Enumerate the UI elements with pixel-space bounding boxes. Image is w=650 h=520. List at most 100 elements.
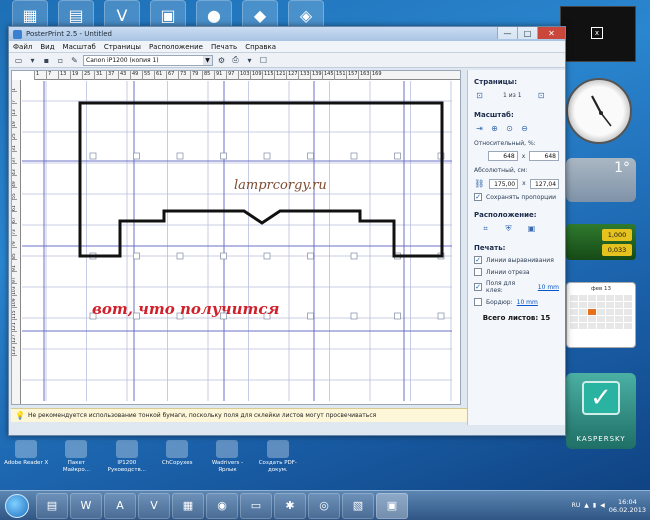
- taskbar-app-word[interactable]: W: [70, 492, 102, 519]
- folder-icon[interactable]: ☐: [258, 55, 269, 66]
- zoom-icon[interactable]: ⊙: [504, 123, 515, 134]
- border-value-link[interactable]: 10 mm: [517, 299, 538, 306]
- chevron-down-icon: ▼: [203, 55, 212, 65]
- menu-help[interactable]: Справка: [245, 43, 276, 51]
- lock-icon[interactable]: ⛓: [474, 178, 485, 189]
- glue-value-link[interactable]: 10 mm: [538, 284, 559, 291]
- dropdown-icon[interactable]: ▾: [27, 55, 38, 66]
- alignment-mark: [350, 312, 358, 320]
- desktop-shortcut[interactable]: Adobe Reader X: [4, 440, 48, 488]
- ruler-tick: 49: [130, 71, 142, 80]
- window-title: PosterPrint 2.5 - Untitled: [26, 30, 112, 38]
- keep-ratio-checkbox[interactable]: ✓: [474, 193, 482, 201]
- taskbar-app-v[interactable]: V: [138, 492, 170, 519]
- menu-view[interactable]: Вид: [40, 43, 54, 51]
- next-page-icon[interactable]: ⊡: [536, 90, 547, 101]
- alignment-mark: [176, 252, 184, 260]
- menu-pages[interactable]: Страницы: [104, 43, 141, 51]
- pages-row: ⊡ 1 из 1 ⊡: [474, 90, 559, 101]
- temperature-value: 1°: [614, 160, 630, 176]
- menu-file[interactable]: Файл: [13, 43, 32, 51]
- ruler-tick: 97: [226, 71, 238, 80]
- printer-settings-icon[interactable]: ⚙: [216, 55, 227, 66]
- app-icon: [13, 29, 22, 39]
- ruler-tick: 115: [12, 308, 17, 320]
- prev-page-icon[interactable]: ⊡: [474, 90, 485, 101]
- taskbar-app-globe[interactable]: ◎: [308, 492, 340, 519]
- shield-icon[interactable]: ⛨: [503, 223, 514, 234]
- total-sheets: Всего листов: 15: [482, 314, 551, 322]
- crop-icon[interactable]: ⌗: [480, 223, 491, 234]
- maximize-button[interactable]: □: [517, 27, 537, 39]
- absolute-width-input[interactable]: 175,00: [488, 178, 519, 189]
- ruler-left: 1 7 13 19 25 31 37 43 49 55 61 67 73 79 85 91 97 103 109 11…: [12, 80, 21, 404]
- kaspersky-gadget[interactable]: ✓ KASPERSKY: [566, 373, 636, 449]
- edit-icon[interactable]: ✎: [69, 55, 80, 66]
- taskbar-app-grid[interactable]: ▦: [172, 492, 204, 519]
- glue-checkbox[interactable]: ✓: [474, 283, 482, 291]
- desktop-shortcut[interactable]: ChCopyxes: [155, 440, 199, 488]
- ruler-tick: 1: [12, 80, 17, 92]
- ruler-tick: 85: [12, 248, 17, 260]
- taskbar-app-posterprint[interactable]: ▣: [376, 492, 408, 519]
- shortcut-label: Создать PDF-докум.: [258, 460, 297, 473]
- title-bar[interactable]: PosterPrint 2.5 - Untitled — □ ✕: [9, 27, 565, 41]
- print-title: Печать:: [474, 244, 506, 252]
- align-lines-row: ✓ Линии выравнивания: [474, 256, 559, 264]
- minimize-button[interactable]: —: [497, 27, 517, 39]
- zoom-in-icon[interactable]: ⊕: [489, 123, 500, 134]
- ruler-tick: 109: [12, 296, 17, 308]
- cut-lines-checkbox[interactable]: [474, 268, 482, 276]
- network-icon[interactable]: ▮: [593, 502, 596, 509]
- language-indicator[interactable]: RU: [572, 502, 581, 509]
- alignment-mark: [133, 152, 140, 160]
- tray-arrow-icon[interactable]: ▲: [584, 502, 589, 509]
- zoom-out-icon[interactable]: ⊖: [519, 123, 530, 134]
- save-as-icon[interactable]: ▫: [55, 55, 66, 66]
- desktop-shortcut[interactable]: Создать PDF-докум.: [256, 440, 300, 488]
- ruler-top: 1 7 13 19 25 31 37 43 49 55 61 67 73 79 85 91 97 103 109 11…: [34, 71, 460, 80]
- status-text: Не рекомендуется использование тонкой бу…: [27, 412, 377, 419]
- media-gadget[interactable]: x: [560, 6, 636, 62]
- status-bar: 💡 Не рекомендуется использование тонкой …: [11, 408, 469, 422]
- absolute-height-input[interactable]: 127,04: [529, 178, 560, 189]
- desktop-shortcut[interactable]: Wadrivers - Ярлык: [205, 440, 249, 488]
- taskbar-app-explorer[interactable]: ▤: [36, 492, 68, 519]
- relative-label: Относительный, %:: [474, 140, 536, 147]
- taskbar-app-a[interactable]: A: [104, 492, 136, 519]
- desktop-shortcut[interactable]: IP1200 Руководств...: [105, 440, 149, 488]
- poster-canvas[interactable]: 1 7 13 19 25 31 37 43 49 55 61 67 73 79 85 91 97 103 109 11…: [11, 70, 461, 405]
- border-checkbox[interactable]: [474, 298, 482, 306]
- printer-select[interactable]: Canon iP1200 (копия 1) ▼: [83, 54, 213, 66]
- ruler-tick: 115: [262, 71, 274, 80]
- start-button[interactable]: [0, 492, 34, 520]
- taskbar-app-chrome[interactable]: ◉: [206, 492, 238, 519]
- ruler-tick: 49: [12, 176, 17, 188]
- dropdown-icon[interactable]: ▾: [244, 55, 255, 66]
- close-button[interactable]: ✕: [537, 27, 565, 39]
- menu-scale[interactable]: Масштаб: [63, 43, 96, 51]
- desktop-shortcut[interactable]: Пакет Майкро...: [54, 440, 98, 488]
- align-lines-checkbox[interactable]: ✓: [474, 256, 482, 264]
- monitor-icon[interactable]: ▣: [526, 223, 537, 234]
- zoom-buttons: ⇥ ⊕ ⊙ ⊖: [474, 123, 559, 134]
- fit-icon[interactable]: ⇥: [474, 123, 485, 134]
- volume-icon[interactable]: ◀: [600, 502, 605, 509]
- relative-x: x: [521, 152, 526, 160]
- shortcut-icon: [65, 440, 88, 458]
- page-grid: [22, 81, 452, 401]
- ruler-tick: 91: [12, 260, 17, 272]
- relative-width-input[interactable]: 648: [488, 151, 518, 161]
- print-icon[interactable]: ⎙: [230, 55, 241, 66]
- taskbar-app-tools[interactable]: ✱: [274, 492, 306, 519]
- ruler-tick: 1: [34, 71, 46, 80]
- taskbar-app-print[interactable]: ▭: [240, 492, 272, 519]
- taskbar-app-photo[interactable]: ▧: [342, 492, 374, 519]
- relative-height-input[interactable]: 648: [529, 151, 559, 161]
- menu-print[interactable]: Печать: [211, 43, 237, 51]
- open-icon[interactable]: ▭: [13, 55, 24, 66]
- tray-clock[interactable]: 16:04 06.02.2013: [609, 498, 646, 514]
- ruler-tick: 73: [178, 71, 190, 80]
- menu-layout[interactable]: Расположение: [149, 43, 203, 51]
- save-icon[interactable]: ▪: [41, 55, 52, 66]
